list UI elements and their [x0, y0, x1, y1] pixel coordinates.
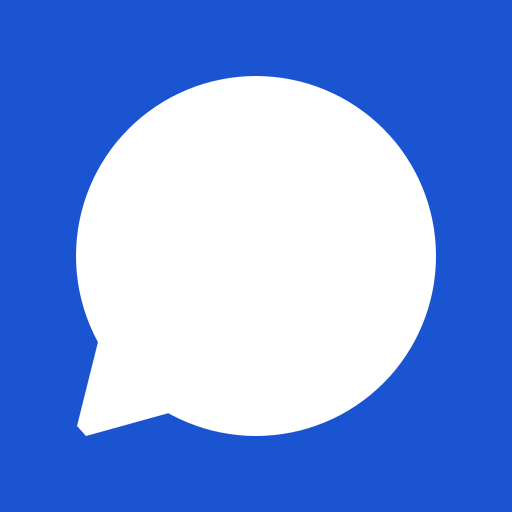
app-icon	[0, 0, 512, 512]
chat-bubble-icon	[0, 0, 512, 512]
